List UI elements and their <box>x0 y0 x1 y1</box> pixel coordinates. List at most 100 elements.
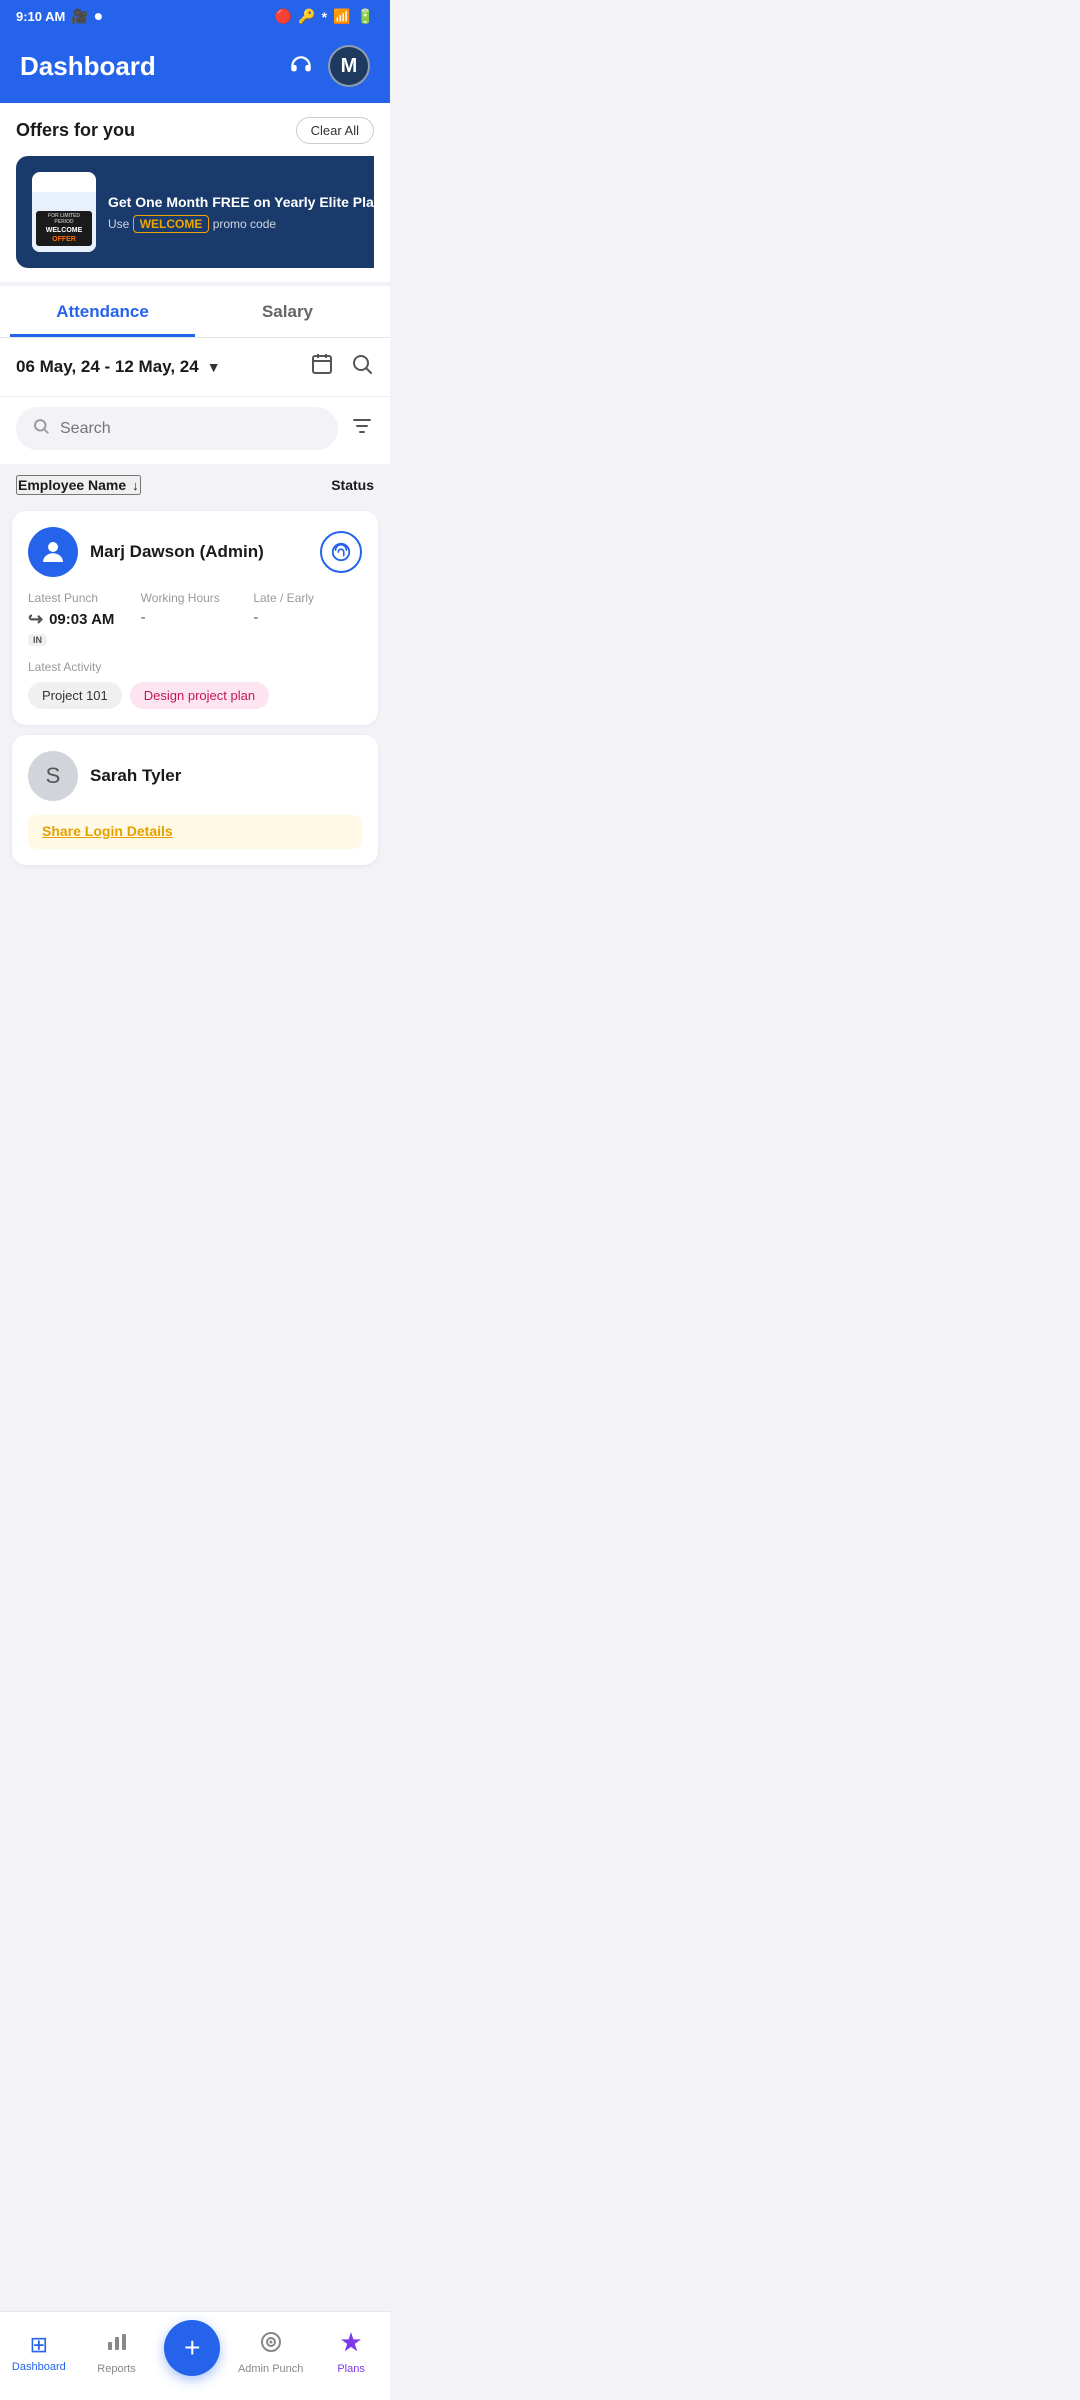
calendar-button[interactable] <box>310 352 334 382</box>
emp-name-marj: Marj Dawson (Admin) <box>90 542 264 562</box>
project-tag[interactable]: Project 101 <box>28 682 122 709</box>
offer-text: OFFER <box>40 235 88 244</box>
person-icon <box>38 537 68 567</box>
hours-value: - <box>141 609 250 626</box>
calendar-icon <box>310 352 334 376</box>
headset-button[interactable] <box>288 53 314 79</box>
plans-nav-label: Plans <box>337 2363 365 2375</box>
punch-label: Latest Punch <box>28 591 137 605</box>
offers-header: Offers for you Clear All <box>16 117 374 144</box>
task-tag[interactable]: Design project plan <box>130 682 269 709</box>
status-time: 9:10 AM <box>16 9 65 24</box>
offer-phone-mockup: FOR LIMITED PERIOD WELCOME OFFER <box>32 172 96 252</box>
fab-button[interactable]: + <box>164 2320 220 2376</box>
emp-info-marj: Marj Dawson (Admin) <box>28 527 264 577</box>
star-sparkle-icon <box>339 2330 363 2354</box>
search-svg <box>32 417 50 435</box>
employee-card-marj: Marj Dawson (Admin) Latest Punch ↪ 09:03… <box>12 511 378 725</box>
welcome-text: WELCOME <box>40 226 88 235</box>
sort-by-name-button[interactable]: Employee Name ↓ <box>16 475 141 495</box>
date-range-text: 06 May, 24 - 12 May, 24 <box>16 357 199 377</box>
tab-salary[interactable]: Salary <box>195 286 380 337</box>
search-icon <box>32 417 50 440</box>
headset-icon <box>288 53 314 79</box>
punch-in-badge: IN <box>28 634 47 646</box>
tabs-section: Attendance Salary <box>0 286 390 338</box>
filter-button[interactable] <box>350 414 374 444</box>
late-early-value: - <box>253 609 362 626</box>
employee-list: Marj Dawson (Admin) Latest Punch ↪ 09:03… <box>0 503 390 965</box>
clear-all-button[interactable]: Clear All <box>296 117 374 144</box>
offers-scroll: FOR LIMITED PERIOD WELCOME OFFER Get One… <box>16 156 374 268</box>
emp-info-sarah: S Sarah Tyler <box>28 751 181 801</box>
fingerprint-icon <box>330 541 352 563</box>
avatar-sarah-letter: S <box>46 763 61 789</box>
reports-nav-label: Reports <box>97 2363 136 2375</box>
emp-card-top-marj: Marj Dawson (Admin) <box>28 527 362 577</box>
tab-attendance-label: Attendance <box>56 302 149 321</box>
admin-punch-nav-icon <box>259 2330 283 2360</box>
nav-reports[interactable]: Reports <box>87 2330 147 2375</box>
promo-code: WELCOME <box>133 215 210 233</box>
search-date-button[interactable] <box>350 352 374 382</box>
user-avatar[interactable]: M <box>328 45 370 87</box>
share-login-link[interactable]: Share Login Details <box>42 823 173 839</box>
employee-table-header: Employee Name ↓ Status <box>0 465 390 503</box>
tab-attendance[interactable]: Attendance <box>10 286 195 337</box>
punch-status-button-marj[interactable] <box>320 531 362 573</box>
bar-chart-icon <box>105 2330 129 2354</box>
dashboard-nav-label: Dashboard <box>12 2361 66 2373</box>
key-icon: 🔑 <box>298 8 315 25</box>
header-icons: M <box>288 45 370 87</box>
nav-plans[interactable]: Plans <box>321 2330 381 2375</box>
punch-stat: Latest Punch ↪ 09:03 AM IN <box>28 591 137 648</box>
page-title: Dashboard <box>20 51 156 82</box>
battery-icon: 🔋 <box>357 8 374 25</box>
admin-punch-nav-label: Admin Punch <box>238 2363 303 2375</box>
wifi-icon: 📶 <box>333 8 350 25</box>
reports-nav-icon <box>105 2330 129 2360</box>
status-time-area: 9:10 AM 🎥 ⏺ <box>16 8 102 25</box>
date-filter-row: 06 May, 24 - 12 May, 24 ▼ <box>0 338 390 397</box>
emp-name-sarah: Sarah Tyler <box>90 766 181 786</box>
video-icon: 🎥 <box>71 8 88 25</box>
notification-icon: 🔴 <box>275 8 292 25</box>
hours-stat: Working Hours - <box>141 591 250 648</box>
offer-promo-row: Use WELCOME promo code <box>108 217 374 231</box>
punch-time: 09:03 AM <box>49 611 114 628</box>
search-input[interactable] <box>60 420 322 438</box>
promo-use-label: Use <box>108 217 129 231</box>
avatar-marj <box>28 527 78 577</box>
dashboard-nav-icon: ⊞ <box>30 2332 48 2358</box>
search-icon <box>350 352 374 376</box>
late-early-stat: Late / Early - <box>253 591 362 648</box>
activity-tags: Project 101 Design project plan <box>28 682 362 709</box>
bluetooth-icon: * <box>322 9 327 25</box>
offer-card-primary[interactable]: FOR LIMITED PERIOD WELCOME OFFER Get One… <box>16 156 374 268</box>
target-icon <box>259 2330 283 2354</box>
emp-stats-marj: Latest Punch ↪ 09:03 AM IN Working Hours… <box>28 591 362 648</box>
plans-nav-icon <box>339 2330 363 2360</box>
bottom-nav: ⊞ Dashboard Reports + Admin Punch <box>0 2311 390 2400</box>
activity-label: Latest Activity <box>28 660 362 674</box>
limited-period-text: FOR LIMITED PERIOD <box>40 213 88 226</box>
chevron-down-icon: ▼ <box>207 359 221 375</box>
avatar-sarah: S <box>28 751 78 801</box>
employee-name-label: Employee Name <box>18 477 126 493</box>
date-range-button[interactable]: 06 May, 24 - 12 May, 24 ▼ <box>16 357 221 377</box>
employee-card-sarah: S Sarah Tyler Share Login Details <box>12 735 378 865</box>
avatar-letter: M <box>341 55 358 78</box>
offer-description: Get One Month FREE on Yearly Elite Plan … <box>108 193 374 231</box>
nav-dashboard[interactable]: ⊞ Dashboard <box>9 2332 69 2373</box>
nav-admin-punch[interactable]: Admin Punch <box>238 2330 303 2375</box>
promo-suffix: promo code <box>213 217 276 231</box>
offers-section: Offers for you Clear All FOR LIMITED PER… <box>0 103 390 282</box>
sort-arrow-icon: ↓ <box>132 478 139 493</box>
filter-icon <box>350 414 374 438</box>
offers-title: Offers for you <box>16 120 135 141</box>
fab-container: + <box>164 2320 220 2384</box>
hours-label: Working Hours <box>141 591 250 605</box>
status-bar: 9:10 AM 🎥 ⏺ 🔴 🔑 * 📶 🔋 <box>0 0 390 33</box>
share-login-banner: Share Login Details <box>28 815 362 849</box>
date-action-icons <box>310 352 374 382</box>
